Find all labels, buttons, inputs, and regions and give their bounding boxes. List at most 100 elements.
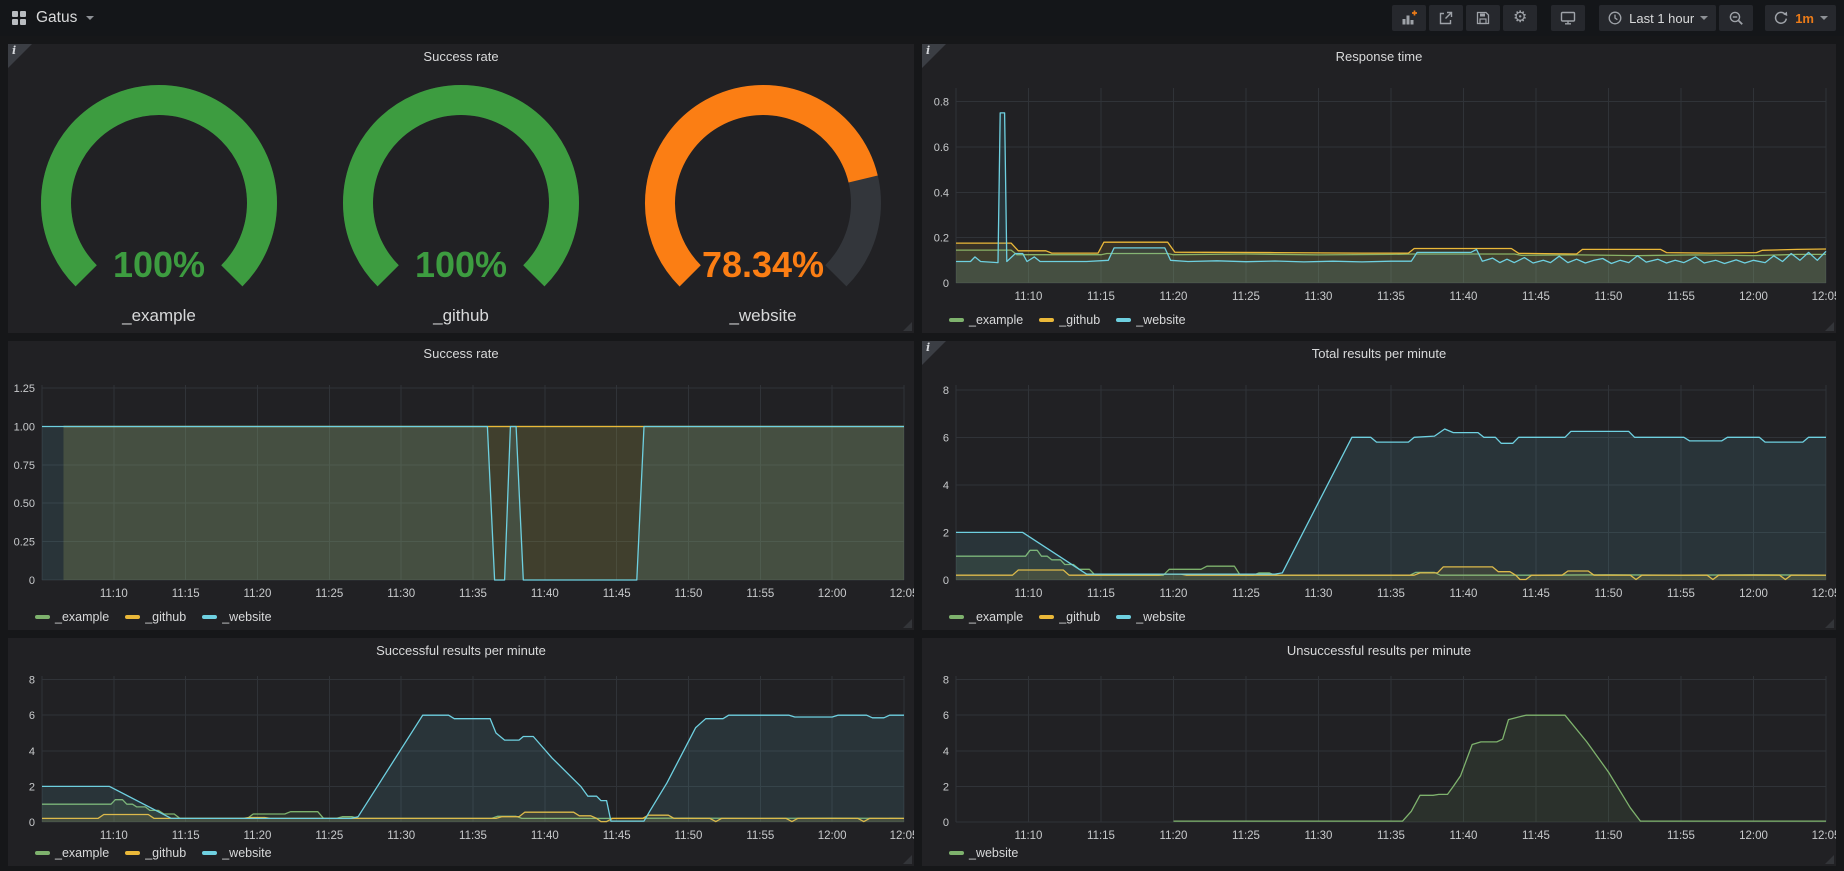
chart-legend: _example _github _website [949, 610, 1186, 624]
svg-text:6: 6 [943, 710, 949, 722]
svg-text:11:20: 11:20 [1160, 588, 1188, 600]
legend-label: _website [1136, 313, 1185, 327]
legend-swatch [949, 318, 964, 322]
legend-swatch [125, 851, 140, 855]
svg-text:11:10: 11:10 [1015, 830, 1043, 842]
legend-label: _website [969, 846, 1018, 860]
legend-swatch [949, 851, 964, 855]
svg-text:12:05: 12:05 [1812, 588, 1836, 600]
legend-item-_website[interactable]: _website [949, 846, 1018, 860]
line-chart-area[interactable]: 11:1011:1511:2011:2511:3011:3511:4011:45… [922, 367, 1836, 630]
save-dashboard-button[interactable] [1466, 5, 1500, 31]
time-range-picker[interactable]: Last 1 hour [1599, 5, 1716, 31]
legend-item-_website[interactable]: _website [1116, 610, 1185, 624]
legend-item-_example[interactable]: _example [949, 610, 1023, 624]
svg-text:0.4: 0.4 [934, 187, 949, 199]
dashboard-dropdown-caret-icon[interactable] [86, 16, 94, 20]
legend-item-_website[interactable]: _website [1116, 313, 1185, 327]
legend-item-_github[interactable]: _github [125, 610, 186, 624]
svg-text:11:50: 11:50 [1595, 291, 1623, 303]
svg-text:11:25: 11:25 [1232, 291, 1260, 303]
svg-text:11:30: 11:30 [1305, 830, 1333, 842]
svg-text:8: 8 [29, 675, 35, 687]
panel-resize-handle[interactable] [1825, 322, 1834, 331]
svg-text:11:55: 11:55 [1667, 291, 1695, 303]
panel-resize-handle[interactable] [903, 855, 912, 864]
chart-legend: _website [949, 846, 1018, 860]
panel-resize-handle[interactable] [1825, 855, 1834, 864]
panel-title[interactable]: Success rate [8, 44, 914, 70]
panel-title[interactable]: Total results per minute [922, 341, 1836, 367]
zoom-out-time-button[interactable] [1719, 5, 1753, 31]
panel-resize-handle[interactable] [903, 322, 912, 331]
line-chart-area[interactable]: 11:1011:1511:2011:2511:3011:3511:4011:45… [8, 367, 914, 630]
refresh-picker[interactable]: 1m [1765, 5, 1836, 31]
svg-text:0: 0 [943, 575, 949, 587]
tv-mode-button[interactable] [1551, 5, 1585, 31]
svg-text:11:15: 11:15 [172, 588, 200, 600]
gauge-value: 78.34% [702, 244, 824, 285]
panel-info-corner[interactable]: i [922, 44, 946, 68]
panel-info-corner[interactable]: i [922, 341, 946, 365]
dashboard-settings-button[interactable]: ⚙ [1503, 5, 1537, 31]
panel-response-time: i Response time 11:1011:1511:2011:2511:3… [922, 44, 1836, 333]
svg-text:0.6: 0.6 [934, 142, 949, 154]
panel-title[interactable]: Unsuccessful results per minute [922, 638, 1836, 664]
legend-label: _github [145, 610, 186, 624]
legend-item-_website[interactable]: _website [202, 610, 271, 624]
bar-chart-plus-icon [1401, 10, 1417, 26]
refresh-icon [1773, 10, 1789, 26]
svg-text:11:20: 11:20 [1160, 830, 1188, 842]
navbar: Gatus [0, 0, 1844, 36]
legend-item-_github[interactable]: _github [1039, 610, 1100, 624]
svg-text:12:00: 12:00 [818, 588, 847, 600]
panel-title[interactable]: Success rate [8, 341, 914, 367]
svg-text:11:40: 11:40 [531, 830, 559, 842]
dashboards-grid-icon[interactable] [11, 10, 27, 26]
panel-unsuccessful-results: Unsuccessful results per minute 11:1011:… [922, 638, 1836, 866]
svg-text:11:55: 11:55 [1667, 588, 1695, 600]
chart-success-rate-graph-svg: 11:1011:1511:2011:2511:3011:3511:4011:45… [8, 367, 914, 630]
chart-success-rate-gauges-svg: 100%_example100%_github78.34%_website [8, 70, 914, 333]
legend-item-_website[interactable]: _website [202, 846, 271, 860]
panel-info-corner[interactable]: i [8, 44, 32, 68]
chart-legend: _example _github _website [35, 846, 272, 860]
svg-text:4: 4 [29, 746, 35, 758]
svg-text:4: 4 [943, 746, 949, 758]
legend-item-_github[interactable]: _github [1039, 313, 1100, 327]
dashboard-title[interactable]: Gatus [36, 9, 77, 27]
svg-text:11:10: 11:10 [100, 830, 128, 842]
chart-total-results-per-minute-svg: 11:1011:1511:2011:2511:3011:3511:4011:45… [922, 367, 1836, 630]
legend-item-_example[interactable]: _example [35, 610, 109, 624]
panel-resize-handle[interactable] [903, 619, 912, 628]
share-dashboard-button[interactable] [1429, 5, 1463, 31]
panel-total-results: i Total results per minute 11:1011:1511:… [922, 341, 1836, 630]
svg-text:2: 2 [29, 781, 35, 793]
legend-label: _website [222, 846, 271, 860]
panel-title[interactable]: Successful results per minute [8, 638, 914, 664]
legend-swatch [125, 615, 140, 619]
legend-label: _example [55, 846, 109, 860]
panel-resize-handle[interactable] [1825, 619, 1834, 628]
svg-text:0: 0 [29, 575, 35, 587]
line-chart-area[interactable]: 11:1011:1511:2011:2511:3011:3511:4011:45… [922, 664, 1836, 866]
add-panel-button[interactable] [1392, 5, 1426, 31]
svg-text:11:40: 11:40 [1450, 588, 1478, 600]
svg-text:0.2: 0.2 [934, 233, 949, 245]
svg-text:11:15: 11:15 [1087, 291, 1115, 303]
svg-text:11:35: 11:35 [459, 588, 487, 600]
legend-item-_github[interactable]: _github [125, 846, 186, 860]
legend-item-_example[interactable]: _example [35, 846, 109, 860]
legend-label: _website [1136, 610, 1185, 624]
gauge-label: _website [728, 306, 796, 325]
legend-item-_example[interactable]: _example [949, 313, 1023, 327]
panel-title[interactable]: Response time [922, 44, 1836, 70]
svg-text:11:40: 11:40 [1450, 291, 1478, 303]
legend-label: _github [1059, 610, 1100, 624]
gauge-chart-area[interactable]: 100%_example100%_github78.34%_website [8, 70, 914, 333]
svg-text:11:10: 11:10 [1015, 588, 1043, 600]
line-chart-area[interactable]: 11:1011:1511:2011:2511:3011:3511:4011:45… [8, 664, 914, 866]
legend-swatch [1039, 615, 1054, 619]
line-chart-area[interactable]: 11:1011:1511:2011:2511:3011:3511:4011:45… [922, 70, 1836, 333]
svg-text:11:45: 11:45 [1522, 291, 1550, 303]
